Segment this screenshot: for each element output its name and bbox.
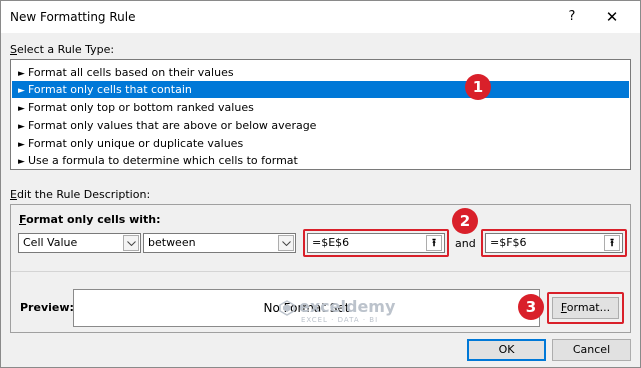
arrow-icon: ► <box>18 157 25 167</box>
highlight-box-format <box>547 292 624 324</box>
operator-select[interactable]: between <box>143 233 296 253</box>
divider <box>11 271 630 272</box>
operator-select-value: between <box>148 236 196 249</box>
arrow-icon: ► <box>18 104 25 114</box>
step-badge-1: 1 <box>465 74 491 100</box>
rule-type-list[interactable]: ► Format all cells based on their values … <box>10 59 631 170</box>
dialog-title: New Formatting Rule <box>10 10 136 24</box>
arrow-icon: ► <box>18 122 25 132</box>
rule-type-item-selected[interactable]: ► Format only cells that contain <box>12 81 629 98</box>
highlight-box-values-2 <box>481 229 627 257</box>
step-badge-2: 2 <box>452 208 478 234</box>
chevron-down-icon[interactable] <box>123 235 139 251</box>
cancel-button[interactable]: Cancel <box>552 339 631 361</box>
chevron-down-icon[interactable] <box>278 235 294 251</box>
watermark-name: exceldemy <box>299 297 396 316</box>
help-button[interactable]: ? <box>561 7 583 27</box>
ok-button[interactable]: OK <box>467 339 546 361</box>
rule-type-item[interactable]: ► Format only values that are above or be… <box>12 117 629 134</box>
rule-type-item[interactable]: ► Format only unique or duplicate values <box>12 135 629 152</box>
rule-type-item[interactable]: ► Use a formula to determine which cells … <box>12 152 629 169</box>
close-button[interactable]: ✕ <box>601 7 623 27</box>
preview-label: Preview: <box>20 301 74 314</box>
new-formatting-rule-dialog: New Formatting Rule ? ✕ Select a Rule Ty… <box>0 0 641 368</box>
and-label: and <box>455 237 476 250</box>
step-badge-3: 3 <box>518 294 544 320</box>
condition-select-value: Cell Value <box>23 236 78 249</box>
title-bar: New Formatting Rule ? ✕ <box>1 1 640 33</box>
watermark-subtitle: EXCEL · DATA · BI <box>301 316 379 324</box>
condition-select[interactable]: Cell Value <box>18 233 141 253</box>
format-only-cells-label: Format only cells with: <box>19 213 161 226</box>
select-rule-type-label: Select a Rule Type: <box>10 43 115 56</box>
highlight-box-values-1 <box>303 229 449 257</box>
arrow-icon: ► <box>18 86 25 96</box>
rule-type-item[interactable]: ► Format all cells based on their values <box>12 64 629 81</box>
exceldemy-logo-icon <box>279 300 295 316</box>
rule-type-item[interactable]: ► Format only top or bottom ranked values <box>12 99 629 116</box>
edit-rule-description-label: Edit the Rule Description: <box>10 188 151 201</box>
